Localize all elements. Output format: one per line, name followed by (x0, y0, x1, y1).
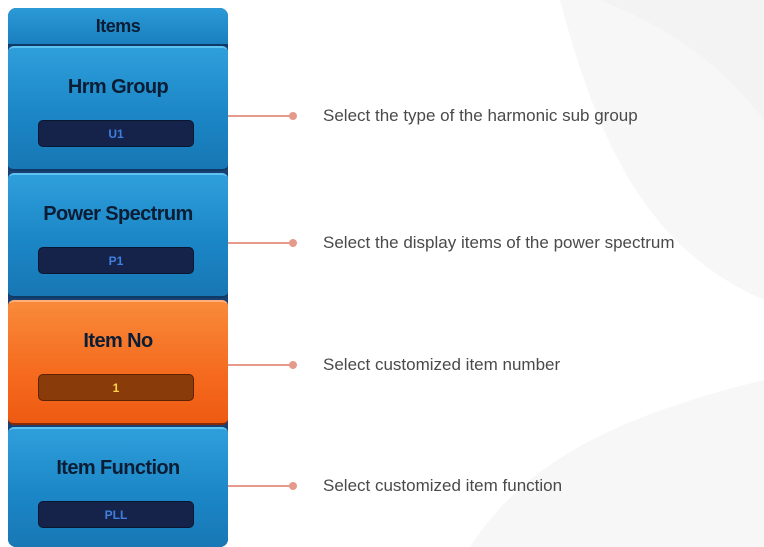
callout-text: Select the display items of the power sp… (323, 233, 675, 252)
item-value-field[interactable]: PLL (38, 501, 194, 528)
panel-title: Items (8, 8, 228, 46)
item-value-field[interactable]: U1 (38, 120, 194, 147)
callout-line (228, 485, 290, 487)
callout-dot (289, 112, 297, 120)
item-label: Hrm Group (67, 76, 169, 98)
item-value-field[interactable]: 1 (38, 374, 194, 401)
item-label: Item Function (56, 457, 180, 479)
callout-text: Select customized item number (323, 355, 561, 374)
callout-hrm-group: Select the type of the harmonic sub grou… (228, 101, 638, 131)
callout-item-function: Select customized item function (228, 471, 562, 501)
item-power-spectrum[interactable]: Power Spectrum P1 (8, 173, 228, 298)
item-hrm-group[interactable]: Hrm Group U1 (8, 46, 228, 171)
callout-item-no: Select customized item number (228, 350, 560, 380)
items-panel: Items Hrm Group U1 Power Spectrum P1 Ite… (8, 8, 228, 547)
callout-line (228, 115, 290, 117)
callout-power-spectrum: Select the display items of the power sp… (228, 228, 675, 258)
callout-text: Select customized item function (323, 476, 563, 495)
item-item-no[interactable]: Item No 1 (8, 300, 228, 425)
callout-text: Select the type of the harmonic sub grou… (323, 106, 638, 125)
callout-dot (289, 361, 297, 369)
callout-line (228, 242, 290, 244)
item-label: Item No (83, 330, 153, 352)
callout-dot (289, 482, 297, 490)
callout-dot (289, 239, 297, 247)
callout-line (228, 364, 290, 366)
item-value-field[interactable]: P1 (38, 247, 194, 274)
item-label: Power Spectrum (43, 203, 193, 225)
item-item-function[interactable]: Item Function PLL (8, 427, 228, 547)
